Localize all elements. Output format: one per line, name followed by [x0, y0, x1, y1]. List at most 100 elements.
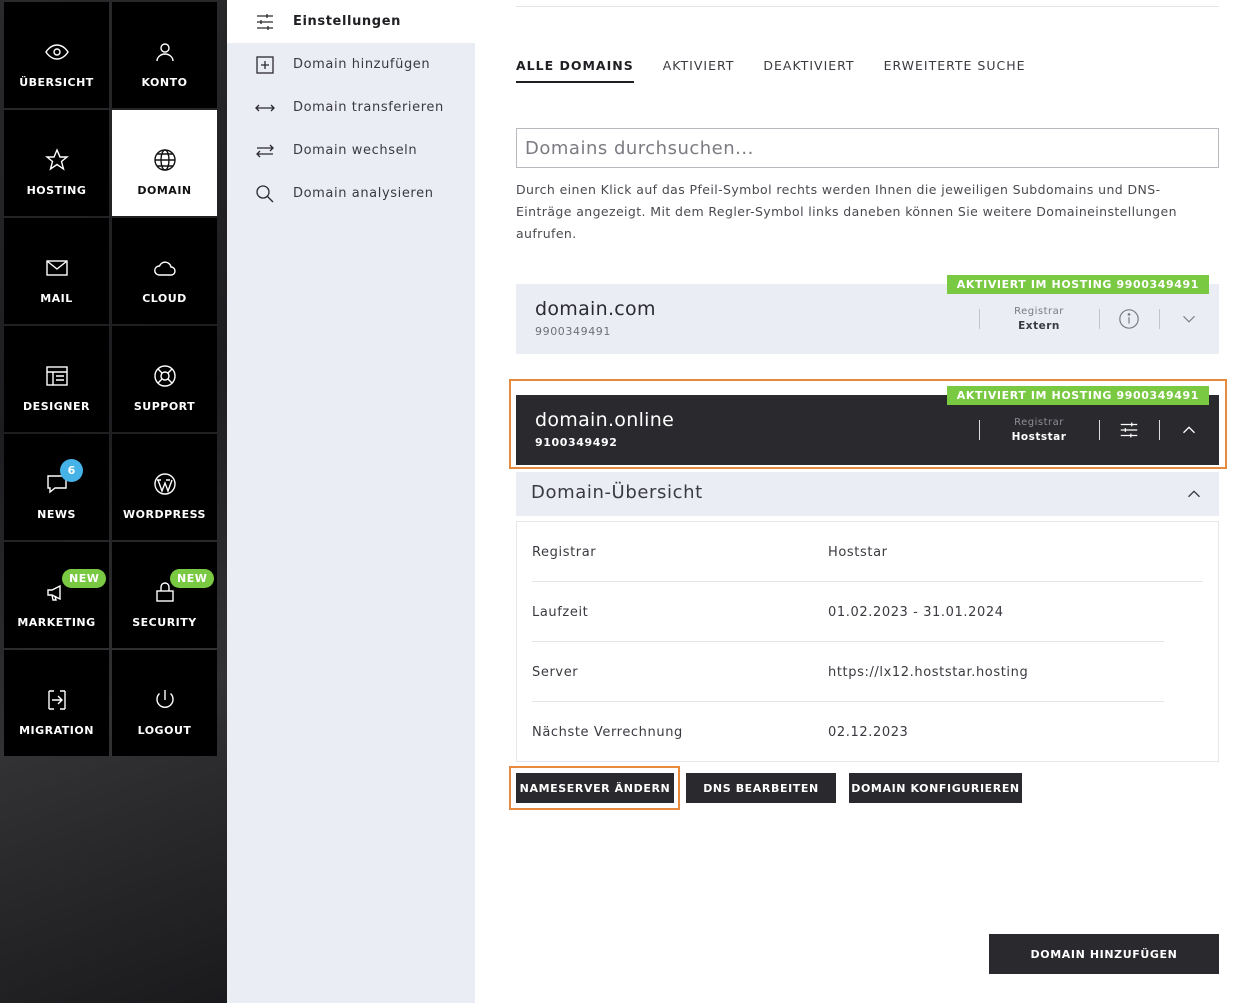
user-icon	[153, 40, 177, 64]
tile-label: DESIGNER	[23, 400, 90, 413]
power-icon	[153, 688, 177, 712]
domain-konfigurieren-button[interactable]: DOMAIN KONFIGURIEREN	[849, 773, 1022, 803]
eye-icon	[44, 40, 69, 64]
sliders-icon	[255, 12, 275, 32]
chevron-up-icon[interactable]	[1177, 418, 1201, 442]
cloud-icon	[153, 256, 177, 280]
divider	[1159, 420, 1160, 440]
tile-label: WORDPRESS	[123, 508, 206, 521]
nameserver-aendern-button[interactable]: NAMESERVER ÄNDERN	[516, 773, 674, 803]
tile-label: MAIL	[40, 292, 73, 305]
arrows-horizontal-icon	[255, 98, 275, 118]
tile-news[interactable]: 6 NEWS	[4, 434, 109, 540]
status-badge: AKTIVIERT IM HOSTING 9900349491	[946, 275, 1209, 294]
tile-label: KONTO	[141, 76, 188, 89]
envelope-icon	[45, 256, 69, 280]
tile-designer[interactable]: DESIGNER	[4, 326, 109, 432]
tile-konto[interactable]: KONTO	[112, 2, 217, 108]
tile-migration[interactable]: MIGRATION	[4, 650, 109, 756]
divider	[1099, 420, 1100, 440]
domain-id: 9900349491	[535, 325, 611, 338]
tab-aktiviert[interactable]: AKTIVIERT	[663, 58, 735, 83]
new-badge: NEW	[62, 569, 107, 588]
tab-alle-domains[interactable]: ALLE DOMAINS	[516, 58, 634, 83]
domain-card[interactable]: AKTIVIERT IM HOSTING 9900349491 domain.c…	[516, 275, 1219, 354]
chevron-down-icon[interactable]	[1177, 307, 1201, 331]
tile-label: ÜBERSICHT	[19, 76, 94, 89]
tile-label: HOSTING	[26, 184, 87, 197]
submenu-domain-analysieren[interactable]: Domain analysieren	[227, 172, 475, 215]
tile-logout[interactable]: LOGOUT	[112, 650, 217, 756]
submenu-domain-hinzufuegen[interactable]: Domain hinzufügen	[227, 43, 475, 86]
sliders-icon[interactable]	[1117, 418, 1141, 442]
detail-key: Server	[532, 664, 579, 680]
submenu-label: Domain transferieren	[293, 100, 444, 115]
tile-cloud[interactable]: CLOUD	[112, 218, 217, 324]
info-icon[interactable]	[1117, 307, 1141, 331]
domain-hinzufuegen-button[interactable]: DOMAIN HINZUFÜGEN	[989, 934, 1219, 974]
domain-search-input[interactable]	[516, 128, 1219, 168]
submenu-label: Domain analysieren	[293, 186, 434, 201]
divider	[516, 6, 1219, 7]
submenu-einstellungen[interactable]: Einstellungen	[227, 0, 475, 43]
tile-label: SUPPORT	[133, 400, 196, 413]
swap-icon	[255, 141, 275, 161]
migration-icon	[45, 688, 69, 712]
help-text: Durch einen Klick auf das Pfeil-Symbol r…	[516, 182, 1177, 241]
submenu-label: Domain hinzufügen	[293, 57, 431, 72]
domain-card-expanded[interactable]: AKTIVIERT IM HOSTING 9900349491 domain.o…	[516, 386, 1219, 465]
tile-security[interactable]: NEW SECURITY	[112, 542, 217, 648]
tile-label: DOMAIN	[137, 184, 192, 197]
tile-label: NEWS	[37, 508, 76, 521]
tile-label: SECURITY	[132, 616, 197, 629]
tile-mail[interactable]: MAIL	[4, 218, 109, 324]
tile-support[interactable]: SUPPORT	[112, 326, 217, 432]
new-badge: NEW	[170, 569, 215, 588]
tile-wordpress[interactable]: WORDPRESS	[112, 434, 217, 540]
globe-icon	[153, 148, 177, 172]
layout-icon	[45, 364, 69, 388]
registrar-value: Hoststar	[1011, 431, 1067, 443]
plus-square-icon	[255, 55, 275, 75]
overview-details: Registrar Hoststar Laufzeit 01.02.2023 -…	[516, 521, 1219, 762]
submenu-label: Domain wechseln	[293, 143, 418, 158]
tile-label: CLOUD	[142, 292, 187, 305]
registrar-info: Registrar Extern	[979, 306, 1099, 332]
registrar-label: Registrar	[1014, 417, 1064, 428]
detail-value: 02.12.2023	[828, 724, 909, 740]
tile-domain[interactable]: DOMAIN	[112, 110, 217, 216]
tile-marketing[interactable]: NEW MARKETING	[4, 542, 109, 648]
domain-name: domain.com	[535, 298, 656, 320]
tile-label: MARKETING	[17, 616, 96, 629]
submenu-domain-wechseln[interactable]: Domain wechseln	[227, 129, 475, 172]
submenu-label: Einstellungen	[293, 14, 401, 29]
domain-submenu: Einstellungen Domain hinzufügen Domain t…	[227, 0, 475, 1003]
domain-filter-tabs: ALLE DOMAINS AKTIVIERT DEAKTIVIERT ERWEI…	[516, 58, 1055, 83]
lifebuoy-icon	[153, 364, 177, 388]
submenu-domain-transferieren[interactable]: Domain transferieren	[227, 86, 475, 129]
main-content: ALLE DOMAINS AKTIVIERT DEAKTIVIERT ERWEI…	[475, 0, 1257, 1003]
notification-badge: 6	[60, 459, 83, 482]
wordpress-icon	[153, 472, 177, 496]
detail-key: Laufzeit	[532, 604, 589, 620]
tile-label: LOGOUT	[137, 724, 192, 737]
tile-label: MIGRATION	[19, 724, 94, 737]
detail-row: Laufzeit 01.02.2023 - 31.01.2024	[532, 582, 1004, 642]
main-tile-nav: ÜBERSICHT KONTO HOSTING DOMAIN MAIL CLOU…	[0, 0, 227, 1003]
divider	[1159, 309, 1160, 329]
divider	[1099, 309, 1100, 329]
domain-name: domain.online	[535, 409, 675, 431]
tile-hosting[interactable]: HOSTING	[4, 110, 109, 216]
tab-erweiterte-suche[interactable]: ERWEITERTE SUCHE	[884, 58, 1026, 83]
tab-deaktiviert[interactable]: DEAKTIVIERT	[763, 58, 854, 83]
tile-uebersicht[interactable]: ÜBERSICHT	[4, 2, 109, 108]
overview-title: Domain-Übersicht	[531, 482, 703, 503]
dns-bearbeiten-button[interactable]: DNS BEARBEITEN	[686, 773, 836, 803]
detail-row: Nächste Verrechnung 02.12.2023	[532, 702, 908, 762]
chevron-up-icon[interactable]	[1183, 483, 1205, 505]
registrar-label: Registrar	[1014, 306, 1064, 317]
registrar-value: Extern	[1018, 320, 1060, 332]
overview-header[interactable]: Domain-Übersicht	[516, 472, 1219, 516]
detail-value: Hoststar	[828, 544, 888, 560]
detail-key: Registrar	[532, 544, 597, 560]
